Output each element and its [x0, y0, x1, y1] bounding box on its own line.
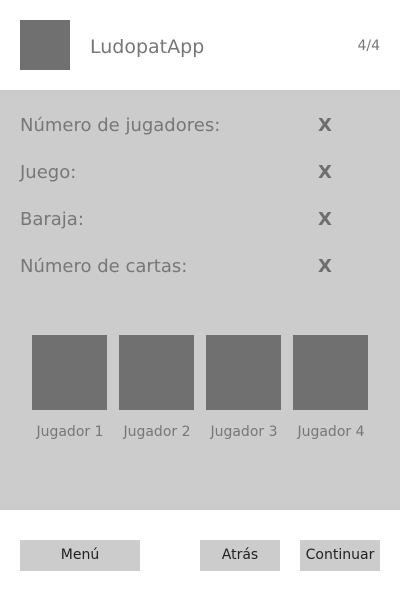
summary-panel: Número de jugadores: X Juego: X Baraja: … — [0, 90, 400, 510]
summary-value: X — [318, 209, 332, 230]
summary-row-deck: Baraja: X — [20, 208, 380, 232]
summary-row-players-count: Número de jugadores: X — [20, 114, 380, 138]
player-card-2[interactable]: Jugador 2 — [119, 335, 195, 441]
step-indicator: 4/4 — [357, 38, 380, 54]
player-label: Jugador 2 — [123, 424, 191, 440]
player-avatar-icon — [293, 335, 368, 410]
summary-label: Juego: — [20, 162, 77, 183]
player-avatar-icon — [32, 335, 107, 410]
summary-row-game: Juego: X — [20, 161, 380, 185]
player-card-3[interactable]: Jugador 3 — [206, 335, 282, 441]
app-title: LudopatApp — [90, 36, 205, 58]
summary-label: Baraja: — [20, 209, 84, 230]
menu-button[interactable]: Menú — [20, 540, 140, 571]
continue-button[interactable]: Continuar — [300, 540, 380, 571]
app-header: LudopatApp 4/4 — [0, 0, 400, 90]
summary-value: X — [318, 256, 332, 277]
player-label: Jugador 4 — [297, 424, 365, 440]
app-logo-icon — [20, 20, 70, 70]
summary-row-cards-count: Número de cartas: X — [20, 255, 380, 279]
player-label: Jugador 1 — [36, 424, 104, 440]
summary-value: X — [318, 115, 332, 136]
player-card-4[interactable]: Jugador 4 — [293, 335, 369, 441]
player-avatar-icon — [119, 335, 194, 410]
summary-label: Número de cartas: — [20, 256, 188, 277]
summary-label: Número de jugadores: — [20, 115, 221, 136]
back-button[interactable]: Atrás — [200, 540, 280, 571]
player-avatar-icon — [206, 335, 281, 410]
summary-value: X — [318, 162, 332, 183]
player-card-1[interactable]: Jugador 1 — [32, 335, 108, 441]
player-label: Jugador 3 — [210, 424, 278, 440]
